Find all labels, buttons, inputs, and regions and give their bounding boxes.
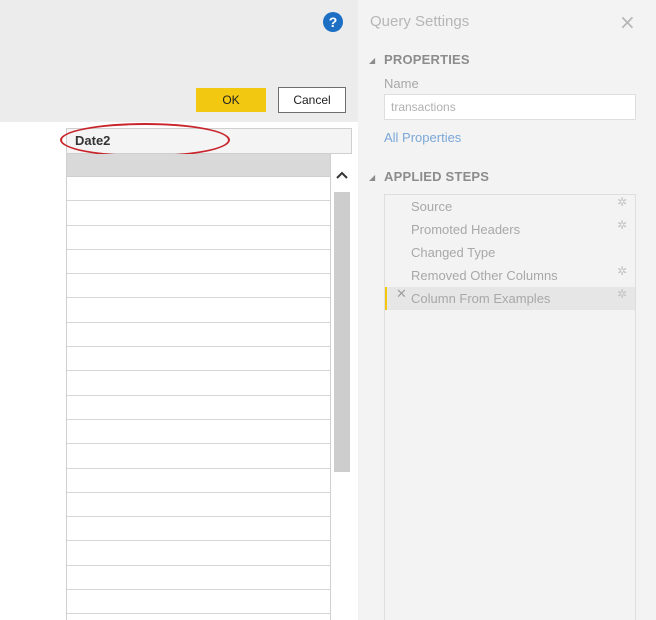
grid-row[interactable] (67, 565, 330, 591)
applied-steps-list: Source ✲ Promoted Headers ✲ Changed Type… (384, 194, 636, 620)
all-properties-link[interactable]: All Properties (384, 130, 461, 145)
chevron-up-icon (336, 171, 348, 179)
grid-row[interactable] (67, 225, 330, 250)
grid-row[interactable] (67, 419, 330, 445)
gear-icon[interactable]: ✲ (617, 218, 627, 232)
scroll-up-chevron-icon[interactable] (333, 168, 351, 188)
query-settings-pane: Query Settings × ◢ PROPERTIES Name trans… (358, 0, 656, 620)
grid-row[interactable] (67, 274, 330, 299)
properties-heading: PROPERTIES (384, 52, 470, 67)
collapse-caret-icon[interactable]: ◢ (369, 56, 375, 65)
step-promoted-headers[interactable]: Promoted Headers ✲ (385, 218, 635, 241)
grid-row[interactable] (67, 298, 330, 323)
grid-row[interactable] (67, 444, 330, 469)
grid-row[interactable] (67, 468, 330, 493)
name-label: Name (384, 76, 419, 91)
gear-icon[interactable]: ✲ (617, 287, 627, 301)
column-from-examples-pane: ? OK Cancel Date2 (0, 0, 358, 620)
step-label: Promoted Headers (411, 222, 521, 237)
grid-row[interactable] (67, 541, 330, 566)
example-grid[interactable] (66, 154, 331, 620)
grid-row[interactable] (67, 371, 330, 396)
scrollbar-thumb[interactable] (334, 192, 350, 472)
query-name-input[interactable]: transactions (384, 94, 636, 120)
step-label: Changed Type (411, 245, 496, 260)
step-label: Column From Examples (411, 291, 551, 306)
step-removed-other-columns[interactable]: Removed Other Columns ✲ (385, 264, 635, 287)
cancel-button[interactable]: Cancel (278, 87, 346, 113)
gear-icon[interactable]: ✲ (617, 195, 627, 209)
collapse-caret-icon[interactable]: ◢ (369, 173, 375, 182)
grid-row[interactable] (67, 517, 330, 542)
grid-row[interactable] (67, 590, 330, 615)
gear-icon[interactable]: ✲ (617, 264, 627, 278)
step-label: Source (411, 199, 453, 214)
column-name-input[interactable]: Date2 (66, 128, 352, 154)
ok-button[interactable]: OK (196, 88, 266, 112)
help-icon[interactable]: ? (323, 12, 343, 32)
grid-header-row (67, 154, 330, 177)
step-source[interactable]: Source ✲ (385, 195, 635, 218)
delete-step-icon[interactable]: ✕ (396, 287, 407, 302)
grid-row[interactable] (67, 347, 330, 372)
grid-row[interactable] (67, 177, 330, 202)
grid-row[interactable] (67, 395, 330, 420)
grid-row[interactable] (67, 492, 330, 518)
close-icon[interactable]: × (619, 10, 636, 34)
step-label: Removed Other Columns (411, 268, 558, 283)
step-changed-type[interactable]: Changed Type (385, 241, 635, 264)
grid-row[interactable] (67, 249, 330, 275)
step-column-from-examples[interactable]: ✕ Column From Examples ✲ (385, 287, 635, 310)
grid-row[interactable] (67, 201, 330, 226)
grid-row[interactable] (67, 322, 330, 348)
applied-steps-heading: APPLIED STEPS (384, 169, 490, 184)
query-settings-title: Query Settings (370, 13, 470, 30)
